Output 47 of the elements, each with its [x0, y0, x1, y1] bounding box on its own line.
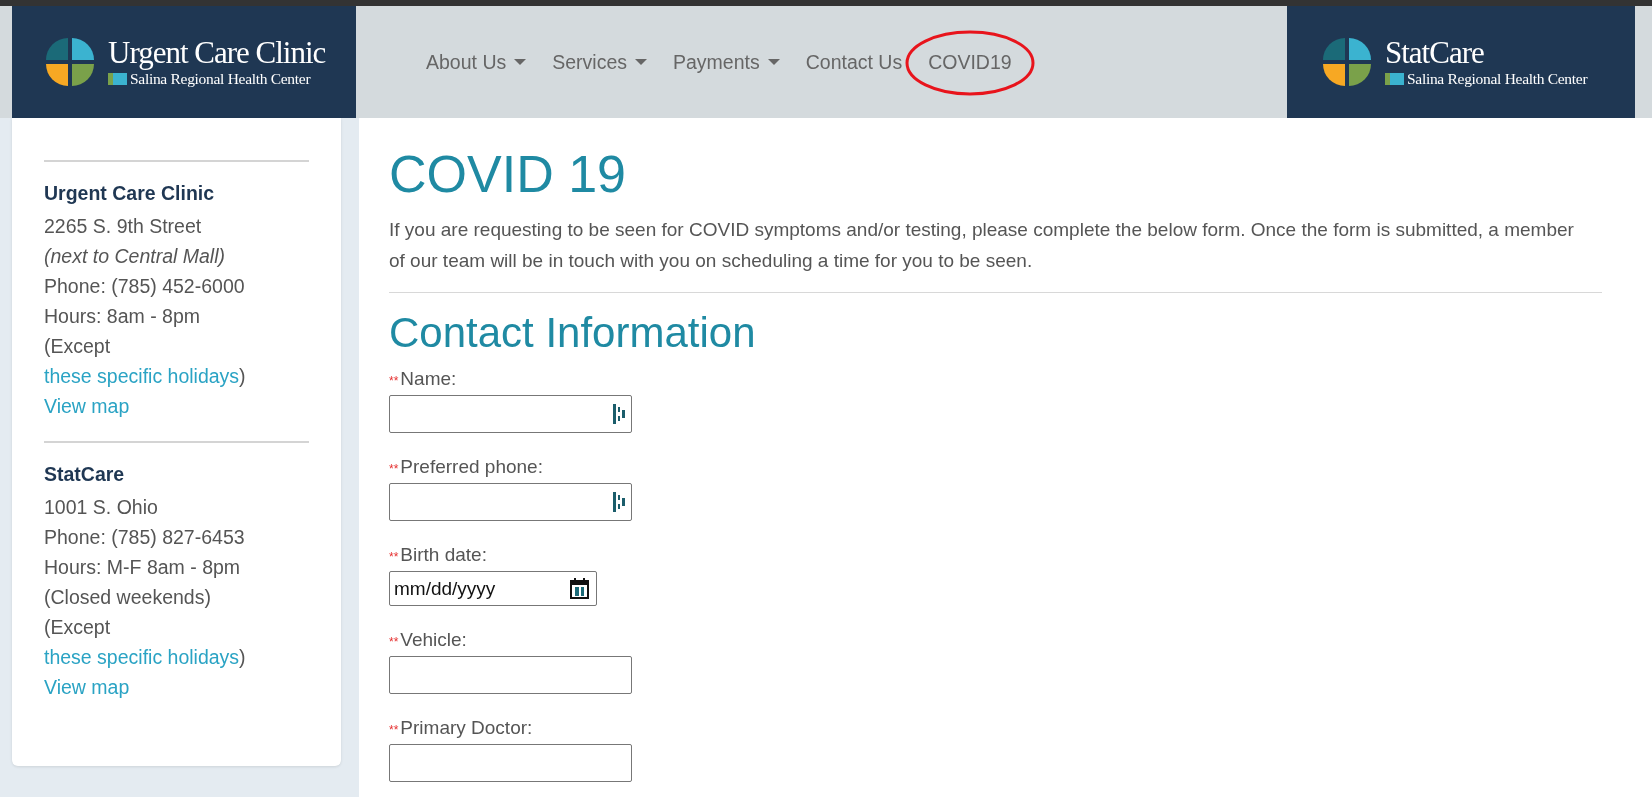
required-mark: ** — [389, 461, 399, 478]
nav-link[interactable]: Payments — [663, 42, 790, 82]
nav-link[interactable]: Services — [542, 42, 657, 82]
input-field[interactable]: mm/dd/yyyy — [389, 571, 597, 606]
input-field[interactable] — [389, 395, 632, 433]
holidays-link[interactable]: these specific holidays — [44, 646, 240, 668]
required-mark: ** — [389, 634, 399, 651]
address-text: 1001 S. Ohio — [44, 495, 159, 520]
input-field[interactable] — [389, 744, 632, 782]
view-map-link[interactable]: View map — [44, 676, 130, 698]
intro-text: If you are requesting to be seen for COVID symptoms and/or testing, please complete the below form. Once the form is submitted, a member of our team will be in touch with you on scheduling a time for you to be seen. — [389, 218, 1575, 273]
address-text: Phone: (785) 827-6453 — [44, 525, 246, 550]
logo-subtitle: Salina Regional Health Center — [1385, 70, 1588, 88]
logo-title: StatCare — [1385, 36, 1485, 70]
address-text: Phone: (785) 452-6000 — [44, 274, 246, 299]
nav-link[interactable]: Contact Us — [795, 42, 913, 82]
field-label: Name: — [400, 367, 457, 391]
address-note: (next to Central Mall) — [44, 244, 226, 269]
address-text: (Closed weekends) — [44, 585, 212, 610]
address-text: 2265 S. 9th Street — [44, 214, 203, 239]
cross-logo-icon — [1321, 36, 1373, 88]
address-text: Hours: 8am - 8pm — [44, 304, 202, 329]
nav-link[interactable]: About Us — [416, 42, 537, 82]
location-name: StatCare — [44, 463, 125, 486]
input-field[interactable] — [389, 656, 632, 694]
field-label: Vehicle: — [400, 628, 467, 652]
input-field[interactable] — [389, 483, 632, 521]
field-label: Primary Doctor: — [400, 716, 533, 740]
field-label: Birth date: — [400, 543, 487, 567]
page-title: COVID 19 — [389, 144, 627, 205]
required-mark: ** — [389, 549, 399, 566]
holidays-note: (Except these specific holidays) — [44, 615, 247, 670]
cross-logo-icon — [44, 36, 96, 88]
section-title: Contact Information — [389, 308, 757, 358]
required-mark: ** — [389, 722, 399, 739]
location-name: Urgent Care Clinic — [44, 182, 215, 205]
autofill-icon[interactable] — [613, 492, 625, 512]
address-text: Hours: M-F 8am - 8pm — [44, 555, 242, 580]
autofill-icon[interactable] — [613, 404, 625, 424]
field-label: Preferred phone: — [400, 455, 543, 479]
logo-title: Urgent Care Clinic — [108, 36, 326, 70]
calendar-icon[interactable] — [570, 578, 589, 599]
logo-subtitle: Salina Regional Health Center — [108, 70, 326, 88]
holidays-link[interactable]: these specific holidays — [44, 365, 240, 387]
required-mark: ** — [389, 373, 399, 390]
holidays-note: (Except these specific holidays) — [44, 334, 247, 389]
view-map-link[interactable]: View map — [44, 395, 130, 417]
